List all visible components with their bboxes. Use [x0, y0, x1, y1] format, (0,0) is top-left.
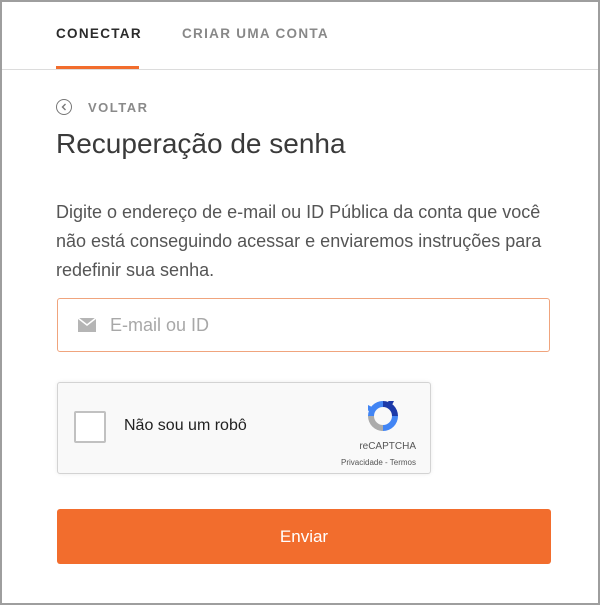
chevron-left-icon: [56, 99, 72, 115]
email-field-wrapper: [57, 298, 550, 352]
submit-button[interactable]: Enviar: [57, 509, 551, 564]
recaptcha-privacy-link[interactable]: Privacidade: [341, 458, 383, 467]
tab-signup[interactable]: CRIAR UMA CONTA: [182, 26, 329, 41]
tab-login[interactable]: CONECTAR: [56, 26, 142, 41]
recaptcha-label: Não sou um robô: [124, 417, 247, 434]
back-label: VOLTAR: [88, 99, 149, 115]
recaptcha-widget: Não sou um robô reCAPTCHA Privacidade - …: [57, 382, 431, 474]
recovery-panel: CONECTAR CRIAR UMA CONTA VOLTAR Recupera…: [0, 0, 600, 605]
active-tab-indicator: [56, 66, 139, 69]
recaptcha-links: Privacidade - Termos: [341, 458, 416, 467]
envelope-icon: [77, 317, 97, 332]
page-title: Recuperação de senha: [56, 128, 346, 159]
email-input[interactable]: [108, 304, 532, 346]
recaptcha-logo-icon: [364, 397, 402, 435]
recaptcha-checkbox[interactable]: [74, 411, 106, 443]
recaptcha-links-separator: -: [382, 458, 390, 467]
recaptcha-terms-link[interactable]: Termos: [390, 458, 416, 467]
back-link[interactable]: VOLTAR: [56, 97, 149, 117]
auth-tabs: CONECTAR CRIAR UMA CONTA: [2, 2, 598, 70]
page-description: Digite o endereço de e-mail ou ID Públic…: [56, 202, 542, 280]
recaptcha-brand: reCAPTCHA: [359, 441, 416, 452]
